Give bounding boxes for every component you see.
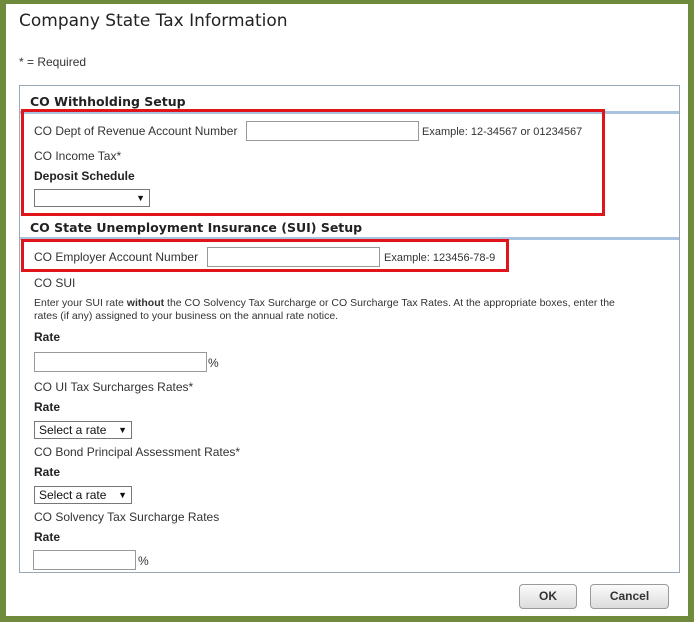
bond-rate-label: Rate [34, 465, 61, 479]
highlight-employer-box [21, 239, 509, 272]
bond-rate-select-value: Select a rate [39, 488, 107, 502]
withholding-header: CO Withholding Setup [30, 94, 186, 109]
solvency-rate-percent: % [138, 554, 149, 568]
sui-rate-label: Rate [34, 330, 61, 344]
ui-surcharge-label: CO UI Tax Surcharges Rates* [34, 380, 194, 394]
sui-rate-input[interactable] [34, 352, 207, 372]
required-note: * = Required [19, 55, 87, 69]
ok-button[interactable]: OK [519, 584, 577, 609]
solvency-surcharge-label: CO Solvency Tax Surcharge Rates [34, 510, 220, 524]
co-sui-label: CO SUI [34, 276, 76, 290]
chevron-down-icon: ▼ [118, 490, 127, 500]
ui-surcharge-select[interactable]: Select a rate ▼ [34, 421, 132, 439]
tax-info-dialog: Company State Tax Information * = Requir… [6, 4, 688, 616]
bond-rate-select[interactable]: Select a rate ▼ [34, 486, 132, 504]
solvency-rate-input[interactable] [33, 550, 136, 570]
sui-description: Enter your SUI rate without the CO Solve… [34, 297, 615, 322]
highlight-withholding-box [21, 109, 605, 216]
sui-rate-percent: % [208, 356, 219, 370]
sui-header: CO State Unemployment Insurance (SUI) Se… [30, 220, 363, 235]
chevron-down-icon: ▼ [118, 425, 127, 435]
dialog-title: Company State Tax Information [19, 11, 288, 31]
bond-assessment-label: CO Bond Principal Assessment Rates* [34, 445, 241, 459]
ui-surcharge-select-value: Select a rate [39, 423, 107, 437]
solvency-rate-label: Rate [34, 530, 61, 544]
cancel-button[interactable]: Cancel [590, 584, 669, 609]
ui-surcharge-rate-label: Rate [34, 400, 61, 414]
